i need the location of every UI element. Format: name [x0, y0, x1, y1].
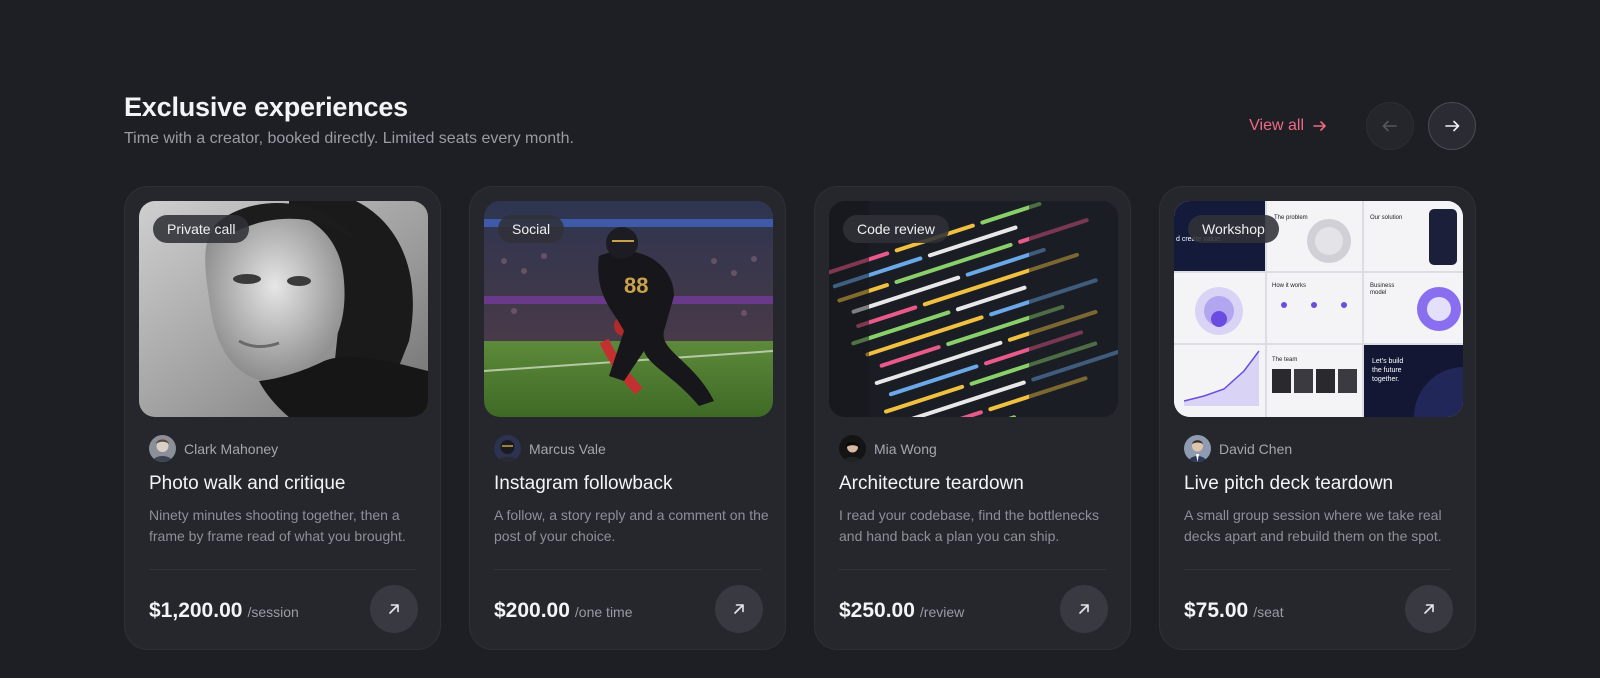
avatar	[839, 435, 866, 462]
divider	[149, 569, 416, 570]
experience-card[interactable]: 88 Social Marcus Vale Instagram followba…	[469, 186, 786, 650]
creator-info: Marcus Vale	[494, 435, 606, 462]
arrow-up-right-icon	[1079, 604, 1089, 614]
card-title: Instagram followback	[494, 473, 673, 494]
divider	[1184, 569, 1451, 570]
card-image: 88 Social	[484, 201, 773, 417]
experience-card[interactable]: Private call Clark Mahoney Photo walk an…	[124, 186, 441, 650]
card-image: Code review	[829, 201, 1118, 417]
section-subtitle: Time with a creator, booked directly. Li…	[124, 130, 574, 147]
open-experience-button[interactable]	[1060, 585, 1108, 633]
arrow-up-right-icon	[389, 604, 399, 614]
price-unit: /seat	[1253, 604, 1284, 620]
arrow-right-icon	[1313, 121, 1326, 131]
avatar	[1184, 435, 1211, 462]
carousel-controls: View all	[1249, 102, 1476, 150]
card-description: A small group session where we take real…	[1184, 507, 1442, 544]
card-description: Ninety minutes shooting together, then a…	[149, 507, 406, 544]
card-description: I read your codebase, find the bottlenec…	[839, 507, 1099, 544]
svg-text:How it works: How it works	[1272, 283, 1306, 289]
creator-name: David Chen	[1219, 440, 1293, 457]
creator-name: Clark Mahoney	[184, 440, 279, 457]
price: $75.00 /seat	[1184, 599, 1284, 623]
price-amount: $250.00	[839, 599, 915, 622]
carousel-next-button[interactable]	[1428, 102, 1476, 150]
price-unit: /session	[247, 604, 299, 620]
price: $1,200.00 /session	[149, 599, 299, 623]
arrow-up-right-icon	[734, 604, 744, 614]
svg-text:The team: The team	[1272, 357, 1297, 363]
view-all-label: View all	[1249, 117, 1304, 134]
svg-text:Let's build: Let's build	[1372, 358, 1403, 365]
view-all-link[interactable]: View all	[1249, 117, 1328, 135]
card-image: Private call	[139, 201, 428, 417]
price-amount: $200.00	[494, 599, 570, 622]
card-title: Architecture teardown	[839, 473, 1024, 494]
avatar	[494, 435, 521, 462]
section-title: Exclusive experiences	[124, 92, 408, 122]
svg-text:together.: together.	[1372, 376, 1399, 383]
svg-text:model: model	[1370, 290, 1386, 296]
section-heading: Exclusive experiences Time with a creato…	[124, 90, 574, 150]
creator-name: Mia Wong	[874, 440, 937, 457]
svg-text:Our solution: Our solution	[1370, 215, 1402, 221]
price-amount: $1,200.00	[149, 599, 243, 622]
price: $200.00 /one time	[494, 599, 633, 623]
creator-info: David Chen	[1184, 435, 1292, 462]
card-title: Photo walk and critique	[149, 473, 346, 494]
creator-info: Mia Wong	[839, 435, 937, 462]
creator-info: Clark Mahoney	[149, 435, 278, 462]
arrow-right-icon	[1445, 120, 1460, 132]
category-tag: Code review	[843, 215, 949, 243]
arrow-up-right-icon	[1424, 604, 1434, 614]
exclusive-experiences-section: Exclusive experiences Time with a creato…	[124, 0, 1476, 678]
svg-text:The problem: The problem	[1274, 215, 1308, 221]
category-tag: Social	[498, 215, 565, 243]
divider	[839, 569, 1106, 570]
svg-text:the future: the future	[1372, 367, 1402, 374]
price-unit: /review	[919, 604, 965, 620]
avatar	[149, 435, 176, 462]
arrow-left-icon	[1382, 120, 1397, 132]
category-tag: Private call	[153, 215, 250, 243]
carousel-prev-button[interactable]	[1366, 102, 1414, 150]
divider	[494, 569, 761, 570]
svg-text:88: 88	[624, 273, 648, 298]
card-description: A follow, a story reply and a comment on…	[494, 507, 769, 544]
experience-card[interactable]: Code review Mia Wong Architecture teardo…	[814, 186, 1131, 650]
open-experience-button[interactable]	[370, 585, 418, 633]
card-image: Let's build the future together. The tea…	[1174, 201, 1463, 417]
price-amount: $75.00	[1184, 599, 1249, 622]
svg-text:Business: Business	[1370, 283, 1394, 289]
experience-card[interactable]: Let's build the future together. The tea…	[1159, 186, 1476, 650]
category-tag: Workshop	[1188, 215, 1279, 243]
open-experience-button[interactable]	[715, 585, 763, 633]
card-title: Live pitch deck teardown	[1184, 473, 1394, 494]
open-experience-button[interactable]	[1405, 585, 1453, 633]
price: $250.00 /review	[839, 599, 964, 623]
creator-name: Marcus Vale	[529, 440, 606, 457]
price-unit: /one time	[574, 604, 633, 620]
experience-card-list: Private call Clark Mahoney Photo walk an…	[124, 186, 1476, 650]
